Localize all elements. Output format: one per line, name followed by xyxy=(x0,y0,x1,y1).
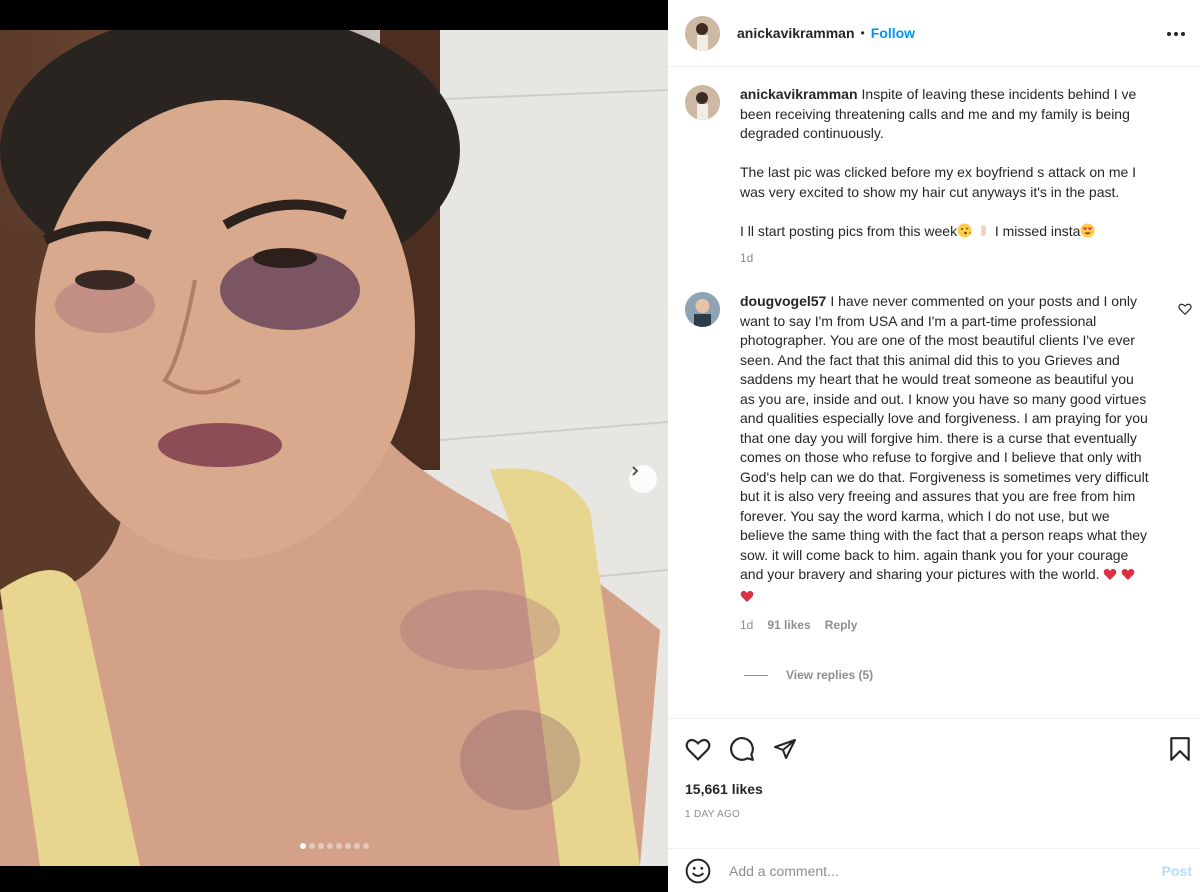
heart-outline-icon xyxy=(1178,303,1192,316)
smiley-icon xyxy=(685,858,711,883)
post-photo xyxy=(0,30,668,866)
post-actions: 15,661 likes 1 DAY AGO xyxy=(668,718,1200,848)
carousel-dot xyxy=(335,843,342,849)
follow-button[interactable]: Follow xyxy=(871,25,915,41)
commenter-avatar[interactable] xyxy=(685,292,720,327)
emoji-picker-button[interactable] xyxy=(685,858,711,884)
comment-item: dougvogel57 I have never commented on you… xyxy=(685,292,1150,636)
author-username[interactable]: anickavikramman xyxy=(737,25,855,41)
carousel-dot xyxy=(308,843,315,849)
caption: anickavikramman Inspite of leaving these … xyxy=(685,85,1140,269)
view-replies-label: View replies (5) xyxy=(786,668,874,682)
post-timestamp[interactable]: 1 DAY AGO xyxy=(685,809,740,820)
comment-input[interactable] xyxy=(729,862,1129,879)
add-comment-bar: Post xyxy=(668,848,1200,892)
comment-text: I have never commented on your posts and… xyxy=(740,293,1149,582)
bookmark-icon xyxy=(1170,737,1190,761)
post-comment-button[interactable]: Post xyxy=(1162,863,1192,879)
post-photo-illustration xyxy=(0,30,668,866)
more-horizontal-icon xyxy=(1167,32,1185,36)
caption-avatar[interactable] xyxy=(685,85,720,120)
comment-like-button[interactable] xyxy=(1178,302,1192,316)
caption-username[interactable]: anickavikramman xyxy=(740,86,858,102)
carousel-dot xyxy=(353,843,360,849)
share-button[interactable] xyxy=(771,735,799,763)
chevron-right-icon xyxy=(632,466,639,476)
kiss-emoji-icon xyxy=(957,223,972,244)
post-sidebar: anickavikramman • Follow anickavikramman… xyxy=(668,0,1200,892)
carousel-dot xyxy=(344,843,351,849)
commenter-username[interactable]: dougvogel57 xyxy=(740,293,826,309)
header-separator: • xyxy=(860,26,865,40)
comment-button[interactable] xyxy=(728,735,756,763)
more-options-button[interactable] xyxy=(1164,22,1188,46)
comment-bubble-icon xyxy=(730,737,754,761)
caption-paragraph-3-part-b: I missed insta xyxy=(994,222,1081,239)
caption-paragraph-2: The last pic was clicked before my ex bo… xyxy=(740,164,1137,200)
carousel-dot xyxy=(362,843,369,849)
comment-age[interactable]: 1d xyxy=(740,616,753,636)
media-viewer xyxy=(0,0,668,892)
comment-likes[interactable]: 91 likes xyxy=(767,616,810,636)
carousel-indicator xyxy=(0,843,668,849)
paper-plane-icon xyxy=(774,739,796,759)
view-replies-button[interactable]: View replies (5) xyxy=(744,668,873,682)
post-header: anickavikramman • Follow xyxy=(668,0,1200,67)
save-button[interactable] xyxy=(1166,735,1194,763)
comments-list[interactable]: anickavikramman Inspite of leaving these … xyxy=(668,68,1200,718)
heart-icon xyxy=(685,738,711,761)
reply-button[interactable]: Reply xyxy=(825,616,858,636)
red-heart-emoji-icon xyxy=(740,589,754,609)
post-likes-count[interactable]: 15,661 likes xyxy=(685,781,763,797)
caption-paragraph-3: I ll start posting pics from this week I… xyxy=(740,222,1140,244)
carousel-dot xyxy=(317,843,324,849)
carousel-dot xyxy=(326,843,333,849)
caption-paragraph-3-part-a: I ll start posting pics from this week xyxy=(740,222,958,239)
next-slide-button[interactable] xyxy=(629,465,657,493)
hand-emoji-icon xyxy=(976,223,991,244)
author-avatar[interactable] xyxy=(685,15,720,51)
like-button[interactable] xyxy=(684,735,712,763)
caption-age[interactable]: 1d xyxy=(740,249,753,269)
heart-eyes-emoji-icon xyxy=(1080,223,1095,244)
red-heart-emoji-icon xyxy=(1121,567,1135,587)
carousel-dot xyxy=(299,843,306,849)
replies-divider xyxy=(744,674,768,676)
red-heart-emoji-icon xyxy=(1103,567,1117,587)
